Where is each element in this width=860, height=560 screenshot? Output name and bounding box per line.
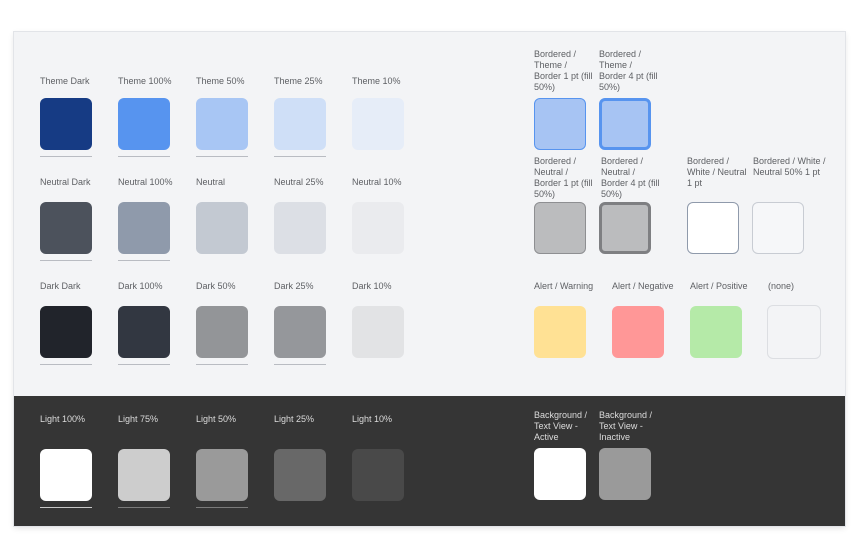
swatch-light-100[interactable]: [40, 449, 92, 501]
swatch-dark-50[interactable]: [196, 306, 248, 358]
swatch-theme-dark[interactable]: [40, 98, 92, 150]
swatch-underline: [40, 156, 92, 157]
swatch-underline: [274, 156, 326, 157]
swatch-label-bordered-theme-1pt: Bordered / Theme / Border 1 pt (fill 50%…: [534, 49, 593, 92]
swatch-label-theme-25: Theme 25%: [274, 76, 323, 86]
swatch-label-bg-text-inactive: Background / Text View - Inactive: [599, 410, 653, 442]
swatch-label-neutral-50: Neutral 50%: [196, 177, 236, 189]
swatch-label-bordered-white-neutral50-1pt: Bordered / White / Neutral 50% 1 pt: [753, 156, 826, 177]
swatch-neutral-25[interactable]: [274, 202, 326, 254]
swatch-label-alert-warning: Alert / Warning: [534, 281, 594, 291]
swatch-label-neutral-100: Neutral 100%: [118, 177, 173, 187]
swatch-underline: [118, 364, 170, 365]
swatch-label-light-25: Light 25%: [274, 414, 315, 424]
swatch-bordered-neutral-4pt[interactable]: [599, 202, 651, 254]
swatch-neutral-10[interactable]: [352, 202, 404, 254]
swatch-neutral-dark[interactable]: [40, 202, 92, 254]
swatch-none[interactable]: [767, 305, 821, 359]
swatch-bordered-theme-4pt[interactable]: [599, 98, 651, 150]
swatch-theme-10[interactable]: [352, 98, 404, 150]
swatch-label-light-75: Light 75%: [118, 414, 159, 424]
swatch-light-25[interactable]: [274, 449, 326, 501]
swatch-underline: [40, 260, 92, 261]
swatch-dark-dark[interactable]: [40, 306, 92, 358]
swatch-neutral-50[interactable]: [196, 202, 248, 254]
swatch-theme-50[interactable]: [196, 98, 248, 150]
swatch-underline: [40, 364, 92, 365]
swatch-dark-10[interactable]: [352, 306, 404, 358]
swatch-underline: [196, 364, 248, 365]
swatch-label-neutral-50-text: Neutral 50%: [196, 177, 226, 189]
swatch-light-10[interactable]: [352, 449, 404, 501]
swatch-dark-100[interactable]: [118, 306, 170, 358]
swatch-label-dark-25: Dark 25%: [274, 281, 314, 291]
swatch-bordered-neutral-1pt[interactable]: [534, 202, 586, 254]
swatch-label-bordered-neutral-4pt: Bordered / Neutral / Border 4 pt (fill 5…: [601, 156, 660, 199]
swatch-light-50[interactable]: [196, 449, 248, 501]
swatch-underline: [118, 156, 170, 157]
swatch-bordered-white-neutral50-1pt[interactable]: [752, 202, 804, 254]
swatch-label-alert-negative: Alert / Negative: [612, 281, 674, 291]
swatch-bordered-theme-1pt[interactable]: [534, 98, 586, 150]
swatch-label-theme-10: Theme 10%: [352, 76, 401, 86]
swatch-light-75[interactable]: [118, 449, 170, 501]
swatch-label-dark-10: Dark 10%: [352, 281, 392, 291]
swatch-alert-positive[interactable]: [690, 306, 742, 358]
swatch-label-light-10: Light 10%: [352, 414, 393, 424]
swatch-alert-negative[interactable]: [612, 306, 664, 358]
swatch-label-theme-50: Theme 50%: [196, 76, 245, 86]
swatch-theme-100[interactable]: [118, 98, 170, 150]
swatch-label-none: (none): [768, 281, 795, 291]
swatch-label-neutral-10: Neutral 10%: [352, 177, 402, 187]
swatch-label-dark-50: Dark 50%: [196, 281, 236, 291]
swatch-label-bordered-theme-4pt: Bordered / Theme / Border 4 pt (fill 50%…: [599, 49, 658, 92]
swatch-bg-text-inactive[interactable]: [599, 448, 651, 500]
swatch-neutral-100[interactable]: [118, 202, 170, 254]
swatch-theme-25[interactable]: [274, 98, 326, 150]
swatch-label-bg-text-active: Background / Text View - Active: [534, 410, 588, 442]
swatch-label-neutral-dark: Neutral Dark: [40, 177, 91, 187]
swatch-label-bordered-white-neutral-1pt: Bordered / White / Neutral 1 pt: [687, 156, 747, 188]
swatch-underline: [118, 260, 170, 261]
swatch-label-light-100: Light 100%: [40, 414, 86, 424]
swatch-underline: [118, 507, 170, 508]
swatch-label-theme-dark: Theme Dark: [40, 76, 90, 86]
swatch-label-neutral-25: Neutral 25%: [274, 177, 324, 187]
swatch-dark-25[interactable]: [274, 306, 326, 358]
swatch-underline: [274, 364, 326, 365]
swatch-underline: [40, 507, 92, 508]
swatch-bg-text-active[interactable]: [534, 448, 586, 500]
swatch-label-dark-100: Dark 100%: [118, 281, 163, 291]
swatch-bordered-white-neutral-1pt[interactable]: [687, 202, 739, 254]
swatch-label-light-50: Light 50%: [196, 414, 237, 424]
swatch-label-bordered-neutral-1pt: Bordered / Neutral / Border 1 pt (fill 5…: [534, 156, 593, 199]
swatch-underline: [196, 507, 248, 508]
swatch-alert-warning[interactable]: [534, 306, 586, 358]
swatch-label-alert-positive: Alert / Positive: [690, 281, 748, 291]
swatch-label-theme-100: Theme 100%: [118, 76, 172, 86]
swatch-label-dark-dark: Dark Dark: [40, 281, 81, 291]
swatch-underline: [196, 156, 248, 157]
